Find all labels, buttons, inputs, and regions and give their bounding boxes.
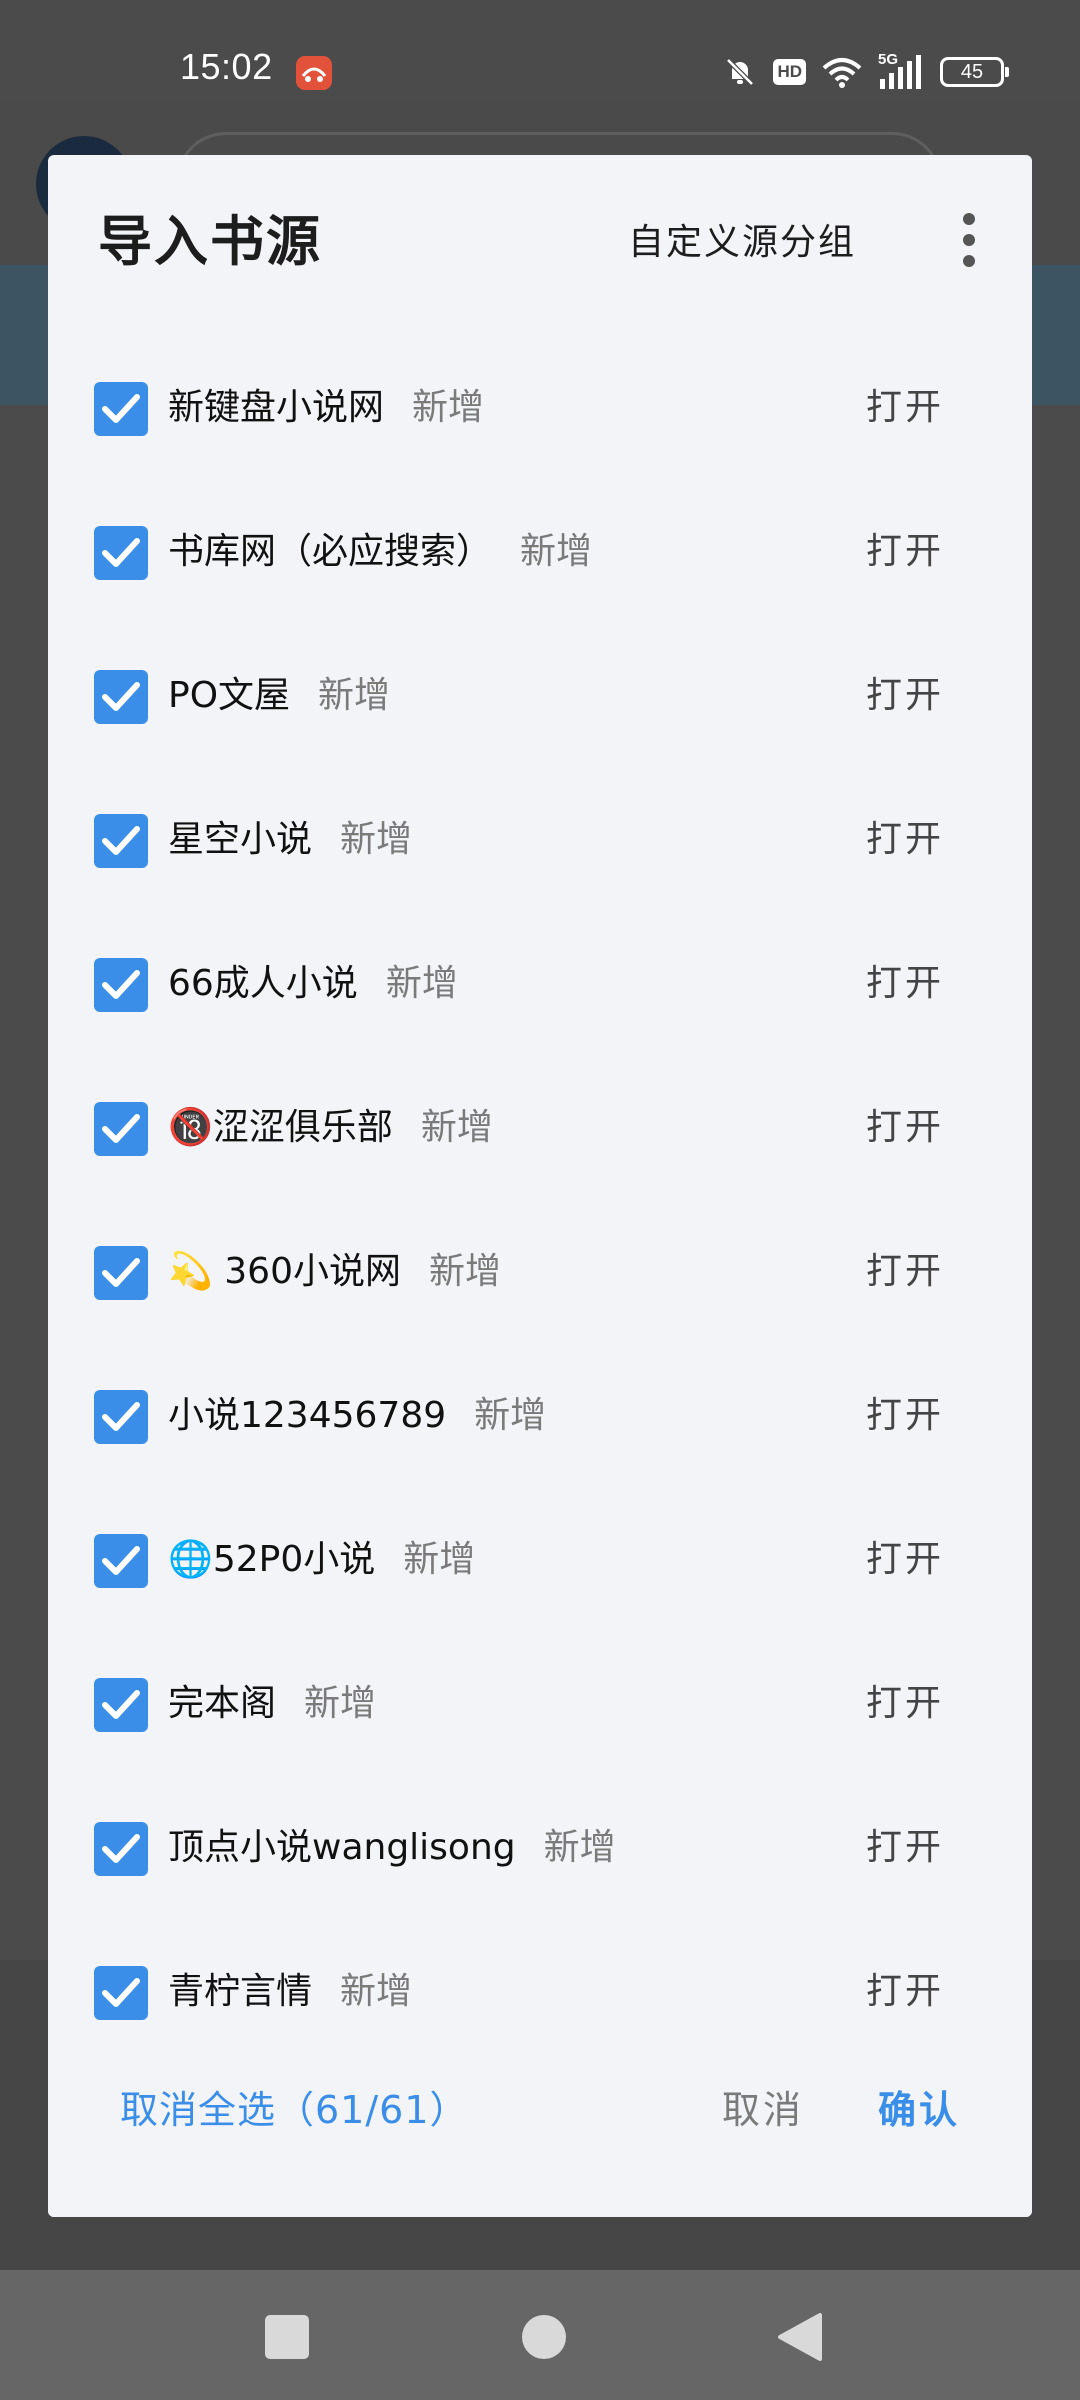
item-open-button[interactable]: 打开 xyxy=(866,384,944,432)
list-item: 小说123456789 新增 打开 xyxy=(48,1368,1032,1512)
status-time: 15:02 xyxy=(180,46,273,87)
recents-square-icon[interactable] xyxy=(260,2310,314,2364)
item-tag: 新增 xyxy=(543,1827,616,1868)
item-name: 66成人小说 xyxy=(168,963,358,1004)
list-item: 星空小说 新增 打开 xyxy=(48,792,1032,936)
item-name: 青柠言情 xyxy=(168,1971,313,2012)
hd-icon: HD xyxy=(773,59,806,85)
item-open-button[interactable]: 打开 xyxy=(866,1968,944,2016)
status-icons: HD 5G 45 xyxy=(723,51,1009,92)
item-checkbox[interactable] xyxy=(94,1678,148,1732)
home-circle-icon[interactable] xyxy=(517,2310,571,2364)
item-tag: 新增 xyxy=(412,387,485,428)
item-open-button[interactable]: 打开 xyxy=(866,1104,944,1152)
list-item: 顶点小说wanglisong 新增 打开 xyxy=(48,1800,1032,1944)
item-checkbox[interactable] xyxy=(94,814,148,868)
item-tag: 新增 xyxy=(318,675,391,716)
item-name: 💫 360小说网 xyxy=(168,1251,401,1292)
toggle-select-all-button[interactable]: 取消全选（61/61） xyxy=(120,2079,469,2134)
item-open-button[interactable]: 打开 xyxy=(866,1392,944,1440)
dialog-title: 导入书源 xyxy=(98,210,322,273)
item-open-button[interactable]: 打开 xyxy=(866,528,944,576)
item-tag: 新增 xyxy=(428,1251,501,1292)
item-checkbox[interactable] xyxy=(94,1102,148,1156)
item-open-button[interactable]: 打开 xyxy=(866,1536,944,1584)
list-item: 🔞涩涩俱乐部 新增 打开 xyxy=(48,1080,1032,1224)
item-name: 🌐52P0小说 xyxy=(168,1539,376,1580)
list-item: PO文屋 新增 打开 xyxy=(48,648,1032,792)
status-bar: 15:02 HD 5G 45 xyxy=(0,0,1080,100)
list-item: 新键盘小说网 新增 打开 xyxy=(48,360,1032,504)
item-checkbox[interactable] xyxy=(94,1390,148,1444)
item-open-button[interactable]: 打开 xyxy=(866,1248,944,1296)
dialog-footer: 取消全选（61/61） 取消 确认 xyxy=(48,2055,1032,2217)
custom-group-button[interactable]: 自定义源分组 xyxy=(628,213,856,265)
mute-bell-icon xyxy=(726,58,755,86)
wifi-icon xyxy=(822,58,862,88)
list-item: 💫 360小说网 新增 打开 xyxy=(48,1224,1032,1368)
back-triangle-icon[interactable] xyxy=(774,2310,828,2364)
item-checkbox[interactable] xyxy=(94,1966,148,2020)
item-checkbox[interactable] xyxy=(94,958,148,1012)
item-tag: 新增 xyxy=(474,1395,547,1436)
item-checkbox[interactable] xyxy=(94,1822,148,1876)
cancel-button[interactable]: 取消 xyxy=(722,2079,804,2134)
item-tag: 新增 xyxy=(520,531,593,572)
item-name: 小说123456789 xyxy=(168,1395,447,1436)
item-open-button[interactable]: 打开 xyxy=(866,672,944,720)
item-tag: 新增 xyxy=(340,819,413,860)
list-item: 完本阁 新增 打开 xyxy=(48,1656,1032,1800)
item-name: 完本阁 xyxy=(168,1683,277,1724)
more-vertical-icon[interactable] xyxy=(954,213,984,267)
item-name: 星空小说 xyxy=(168,819,313,860)
item-tag: 新增 xyxy=(304,1683,377,1724)
list-item: 书库网（必应搜索） 新增 打开 xyxy=(48,504,1032,648)
item-tag: 新增 xyxy=(340,1971,413,2012)
navigation-bar xyxy=(0,2270,1080,2400)
import-source-dialog: 导入书源 自定义源分组 新键盘小说网 新增 打开 书库网（必应搜索） 新增 打开 P… xyxy=(48,155,1032,2217)
item-name: 顶点小说wanglisong xyxy=(168,1827,516,1868)
item-name: 书库网（必应搜索） xyxy=(168,531,493,572)
item-open-button[interactable]: 打开 xyxy=(866,1680,944,1728)
list-item: 66成人小说 新增 打开 xyxy=(48,936,1032,1080)
notification-app-icon xyxy=(296,56,332,90)
item-tag: 新增 xyxy=(403,1539,476,1580)
item-open-button[interactable]: 打开 xyxy=(866,816,944,864)
item-tag: 新增 xyxy=(420,1107,493,1148)
signal-icon: 5G xyxy=(878,51,924,89)
item-tag: 新增 xyxy=(385,963,458,1004)
item-name: PO文屋 xyxy=(168,675,291,716)
item-checkbox[interactable] xyxy=(94,1246,148,1300)
battery-icon: 45 xyxy=(940,57,1009,87)
item-open-button[interactable]: 打开 xyxy=(866,1824,944,1872)
confirm-button[interactable]: 确认 xyxy=(878,2079,960,2134)
list-item: 🌐52P0小说 新增 打开 xyxy=(48,1512,1032,1656)
item-open-button[interactable]: 打开 xyxy=(866,960,944,1008)
item-name: 新键盘小说网 xyxy=(168,387,385,428)
item-checkbox[interactable] xyxy=(94,526,148,580)
item-checkbox[interactable] xyxy=(94,1534,148,1588)
source-list[interactable]: 新键盘小说网 新增 打开 书库网（必应搜索） 新增 打开 PO文屋 新增 打开 星空小… xyxy=(48,360,1032,2217)
item-checkbox[interactable] xyxy=(94,382,148,436)
item-name: 🔞涩涩俱乐部 xyxy=(168,1107,393,1148)
item-checkbox[interactable] xyxy=(94,670,148,724)
